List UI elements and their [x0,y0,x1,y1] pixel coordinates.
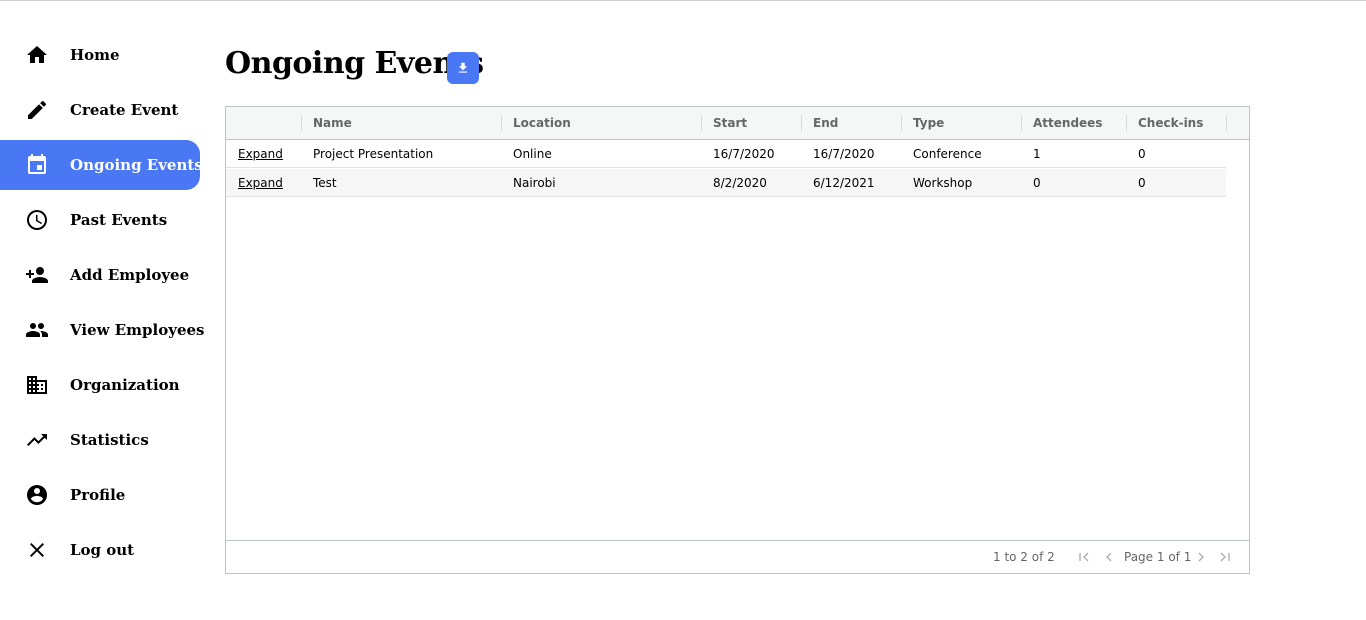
column-header-type[interactable]: Type [901,107,1021,139]
last-page-button[interactable] [1218,550,1232,564]
sidebar-item-label: Past Events [70,211,168,229]
column-header-location[interactable]: Location [501,107,701,139]
grid-header: Name Location Start End Type Attendees C… [226,107,1249,140]
sidebar-item-label: Ongoing Events [70,156,203,174]
column-separator [1226,115,1227,131]
column-header-start[interactable]: Start [701,107,801,139]
table-row: Expand Test Nairobi 8/2/2020 6/12/2021 W… [226,169,1226,197]
trending-up-icon [25,428,49,452]
events-grid: Name Location Start End Type Attendees C… [225,106,1250,574]
cell-start: 16/7/2020 [713,147,775,161]
next-page-button[interactable] [1194,550,1208,564]
table-row: Expand Project Presentation Online 16/7/… [226,140,1226,168]
cell-end: 6/12/2021 [813,176,875,190]
column-header-checkins[interactable]: Check-ins [1126,107,1226,139]
sidebar-item-label: Create Event [70,101,179,119]
cell-type: Workshop [913,176,973,190]
sidebar-item-label: Organization [70,376,180,394]
pencil-icon [25,98,49,122]
cell-type: Conference [913,147,982,161]
cell-attendees: 1 [1033,147,1041,161]
cell-attendees: 0 [1033,176,1041,190]
cell-checkins: 0 [1138,147,1146,161]
people-icon [25,318,49,342]
sidebar-item-label: Statistics [70,431,149,449]
sidebar-item-log-out[interactable]: Log out [0,525,200,575]
expand-link[interactable]: Expand [226,169,283,197]
page-title: Ongoing Events [225,46,484,81]
cell-checkins: 0 [1138,176,1146,190]
sidebar-item-organization[interactable]: Organization [0,360,200,410]
building-icon [25,373,49,397]
column-header-attendees[interactable]: Attendees [1021,107,1126,139]
sidebar-item-label: View Employees [70,321,205,339]
download-icon [456,61,470,75]
pagination-bar: 1 to 2 of 2 Page 1 of 1 [226,540,1249,573]
top-divider [0,0,1366,1]
sidebar-item-label: Add Employee [70,266,190,284]
person-add-icon [25,263,49,287]
calendar-icon [25,153,49,177]
column-header-action[interactable] [226,107,301,139]
cell-location: Nairobi [513,176,556,190]
close-icon [25,538,49,562]
first-page-button[interactable] [1077,550,1091,564]
chevron-right-icon [1198,552,1204,562]
previous-page-button[interactable] [1102,550,1116,564]
expand-link[interactable]: Expand [226,140,283,168]
home-icon [25,43,49,67]
cell-name: Project Presentation [313,147,434,161]
sidebar-item-profile[interactable]: Profile [0,470,200,520]
sidebar-item-ongoing-events[interactable]: Ongoing Events [0,140,203,190]
chevron-left-icon [1106,552,1112,562]
account-circle-icon [25,483,49,507]
page-indicator: Page 1 of 1 [1124,550,1192,564]
cell-name: Test [313,176,337,190]
sidebar-item-home[interactable]: Home [0,30,200,80]
first-page-icon [1079,552,1089,562]
cell-location: Online [513,147,552,161]
sidebar-item-statistics[interactable]: Statistics [0,415,200,465]
cell-start: 8/2/2020 [713,176,767,190]
sidebar-item-past-events[interactable]: Past Events [0,195,200,245]
row-summary: 1 to 2 of 2 [993,550,1055,564]
last-page-icon [1220,552,1230,562]
cell-end: 16/7/2020 [813,147,875,161]
sidebar-item-create-event[interactable]: Create Event [0,85,200,135]
sidebar-item-add-employee[interactable]: Add Employee [0,250,200,300]
column-header-end[interactable]: End [801,107,901,139]
sidebar-item-view-employees[interactable]: View Employees [0,305,205,355]
sidebar: Home Create Event Ongoing Events Past Ev… [0,30,205,580]
clock-icon [25,208,49,232]
sidebar-item-label: Log out [70,541,135,559]
sidebar-item-label: Home [70,46,120,64]
column-header-name[interactable]: Name [301,107,501,139]
download-button[interactable] [447,52,479,84]
sidebar-item-label: Profile [70,486,126,504]
